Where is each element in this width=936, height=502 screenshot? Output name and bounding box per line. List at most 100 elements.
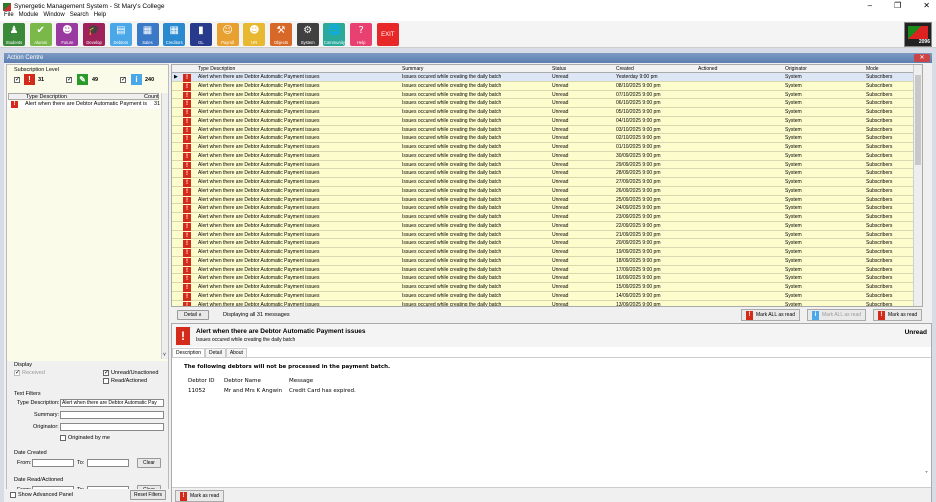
cell-originator: System: [785, 301, 802, 307]
table-row[interactable]: ! Alert when there are Debtor Automatic P…: [172, 195, 922, 205]
mark-as-read-button[interactable]: ! Mark as read: [873, 309, 923, 321]
message-value: Credit Card has expired.: [289, 388, 356, 394]
tab-description[interactable]: Description: [172, 348, 206, 357]
table-row[interactable]: ! Alert when there are Debtor Automatic P…: [172, 230, 922, 240]
table-row[interactable]: ! Alert when there are Debtor Automatic P…: [172, 213, 922, 222]
menu-file[interactable]: File: [4, 12, 14, 21]
debtors-icon: ▤: [116, 25, 126, 36]
table-row[interactable]: ! Alert when there are Debtor Automatic P…: [172, 134, 922, 144]
table-row[interactable]: ! Alert when there are Debtor Automatic P…: [172, 291, 922, 301]
toolbar-button-gl[interactable]: ▮ GL: [189, 23, 212, 46]
table-row[interactable]: ! Alert when there are Debtor Automatic P…: [172, 108, 922, 117]
cell-summary: Issues occured while creating the daily …: [402, 222, 502, 229]
toolbar-button-alumni[interactable]: ✔ Alumni: [29, 23, 52, 46]
show-advanced-checkbox[interactable]: [10, 492, 16, 498]
read-actioned-checkbox[interactable]: [103, 378, 109, 384]
originated-by-me-checkbox[interactable]: [60, 435, 66, 441]
grid-scrollbar[interactable]: [913, 65, 922, 306]
table-row[interactable]: ! Alert when there are Debtor Automatic P…: [172, 178, 922, 187]
toolbar-button-exit[interactable]: EXIT: [376, 23, 399, 46]
type-description-column-header[interactable]: Type Description: [26, 94, 67, 100]
col-status[interactable]: Status: [552, 66, 566, 72]
table-row[interactable]: ! Alert when there are Debtor Automatic P…: [172, 256, 922, 266]
table-row[interactable]: ! Alert when there are Debtor Automatic P…: [172, 116, 922, 126]
toolbar-button-payroll[interactable]: ☺ Payroll: [216, 23, 239, 46]
mark-all-alerts-read-button[interactable]: ! Mark ALL as read: [741, 309, 801, 321]
cell-type: Alert when there are Debtor Automatic Pa…: [198, 231, 320, 238]
table-row[interactable]: ! Alert when there are Debtor Automatic P…: [172, 151, 922, 161]
task-count: 49: [92, 77, 99, 83]
table-row[interactable]: ! Alert when there are Debtor Automatic P…: [172, 81, 922, 91]
table-row[interactable]: ! Alert when there are Debtor Automatic P…: [172, 221, 922, 231]
toolbar-button-creditors[interactable]: ▦ Creditors: [163, 23, 186, 46]
list-scrollbar[interactable]: ˅: [161, 93, 168, 359]
toolbar-button-hr[interactable]: ☻ HR: [243, 23, 266, 46]
minimize-button[interactable]: –: [868, 1, 872, 10]
menu-module[interactable]: Module: [19, 12, 39, 21]
close-button[interactable]: ✕: [923, 1, 930, 10]
col-summary[interactable]: Summary: [402, 66, 423, 72]
mark-all-info-read-button[interactable]: i Mark ALL as read: [807, 309, 867, 321]
table-row[interactable]: ! Alert when there are Debtor Automatic P…: [172, 248, 922, 257]
menu-window[interactable]: Window: [43, 12, 64, 21]
table-row[interactable]: ! Alert when there are Debtor Automatic P…: [172, 160, 922, 170]
count-column-header[interactable]: Count: [144, 94, 159, 100]
table-row[interactable]: ! Alert when there are Debtor Automatic P…: [172, 99, 922, 109]
col-originator[interactable]: Originator: [785, 66, 807, 72]
child-close-icon[interactable]: ✕: [914, 54, 930, 62]
toolbar-button-students[interactable]: ♟ Students: [3, 23, 25, 46]
table-row[interactable]: ! Alert when there are Debtor Automatic P…: [172, 125, 922, 135]
task-icon: ✎: [77, 74, 88, 85]
toolbar-button-debtors[interactable]: ▤ Debtors: [109, 23, 132, 46]
created-to-date[interactable]: [87, 459, 129, 467]
table-row[interactable]: ! Alert when there are Debtor Automatic P…: [172, 169, 922, 179]
table-row[interactable]: ! Alert when there are Debtor Automatic P…: [172, 300, 922, 307]
table-row[interactable]: ! Alert when there are Debtor Automatic P…: [172, 265, 922, 275]
subscription-alert-checkbox[interactable]: ✓: [14, 77, 20, 83]
table-row[interactable]: ! Alert when there are Debtor Automatic P…: [172, 204, 922, 214]
col-type-description[interactable]: Type Description: [198, 66, 235, 72]
received-checkbox[interactable]: ✓: [14, 370, 20, 376]
cell-status: Unread: [552, 135, 569, 142]
maximize-button[interactable]: ❐: [894, 1, 901, 10]
menu-search[interactable]: Search: [70, 12, 89, 21]
toolbar-button-community[interactable]: 🌐 Community: [323, 23, 346, 46]
cell-type: Alert when there are Debtor Automatic Pa…: [198, 196, 320, 203]
cell-created: 18/09/2025 9:00 pm: [616, 257, 661, 264]
summary-input[interactable]: [60, 411, 164, 419]
created-from-date[interactable]: [32, 459, 74, 467]
subscription-info-checkbox[interactable]: ✓: [120, 77, 126, 83]
clear-created-button[interactable]: Clear: [137, 458, 161, 468]
originator-input[interactable]: [60, 423, 164, 431]
toolbar-button-future[interactable]: ☻ Future: [56, 23, 79, 46]
toolbar-button-objects[interactable]: ⚒ Objects: [270, 23, 292, 46]
reset-filters-button[interactable]: Reset Filters: [130, 490, 166, 500]
cell-summary: Issues occured while creating the daily …: [402, 170, 502, 177]
table-row[interactable]: ▶! Alert when there are Debtor Automatic …: [172, 73, 922, 82]
toolbar-button-sales[interactable]: ▦ Sales: [136, 23, 159, 46]
toolbar-button-help[interactable]: ? Help: [350, 23, 373, 46]
col-actioned[interactable]: Actioned: [698, 66, 717, 72]
type-description-input[interactable]: Alert when there are Debtor Automatic Pa…: [60, 399, 164, 407]
detail-toggle-button[interactable]: Detail ∧: [177, 310, 209, 320]
table-row[interactable]: ! Alert when there are Debtor Automatic P…: [172, 143, 922, 152]
table-row[interactable]: ! Alert when there are Debtor Automatic P…: [172, 283, 922, 292]
col-created[interactable]: Created: [616, 66, 634, 72]
table-row[interactable]: ! Alert when there are Debtor Automatic P…: [172, 239, 922, 249]
unread-unactioned-checkbox[interactable]: ✓: [103, 370, 109, 376]
col-mode[interactable]: Mode: [866, 66, 879, 72]
displaying-count: Displaying all 31 messages: [223, 312, 290, 318]
tab-detail[interactable]: Detail: [205, 348, 226, 357]
scroll-down-icon[interactable]: ˅: [925, 471, 928, 478]
menu-help[interactable]: Help: [94, 12, 106, 21]
table-row[interactable]: ! Alert when there are Debtor Automatic P…: [172, 274, 922, 284]
table-row[interactable]: ! Alert when there are Debtor Automatic P…: [172, 186, 922, 196]
table-row[interactable]: ! Alert when there are Debtor Automatic P…: [172, 90, 922, 100]
toolbar-button-develop[interactable]: 🎓 Develop: [83, 23, 106, 46]
detail-mark-as-read-button[interactable]: ! Mark as read: [175, 490, 225, 502]
subscription-task-checkbox[interactable]: ✓: [66, 77, 72, 83]
list-item[interactable]: ! Alert when there are Debtor Automatic …: [8, 101, 160, 109]
cell-status: Unread: [552, 126, 569, 133]
toolbar-button-system[interactable]: ⚙ System: [296, 23, 319, 46]
tab-about[interactable]: About: [225, 348, 247, 357]
